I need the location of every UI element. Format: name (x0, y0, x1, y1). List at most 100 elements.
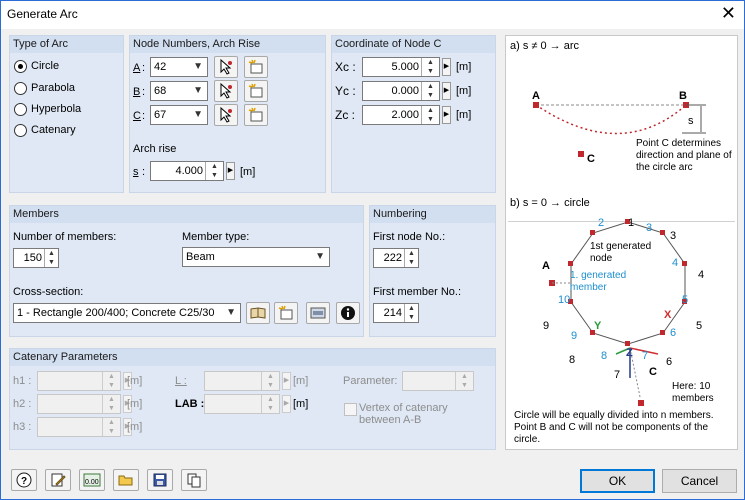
first-node-input[interactable]: 222 ▲ ▼ (373, 248, 419, 268)
spin-arrows-icon[interactable]: ▲ ▼ (421, 58, 439, 76)
radio-catenary[interactable] (14, 124, 27, 137)
cross-section-library-button[interactable] (246, 302, 270, 324)
radio-parabola[interactable] (14, 82, 27, 95)
member-8: 8 (601, 350, 608, 362)
h1-input[interactable]: ▲ ▼ (37, 371, 121, 391)
members-header: Members (10, 206, 363, 223)
yc-input[interactable]: 0.000 ▲ ▼ (362, 81, 440, 101)
h2-label: h2 : (13, 398, 32, 410)
spin-arrows-icon: ▲ ▼ (261, 395, 279, 413)
arc-curve (535, 104, 687, 135)
lab-step-button[interactable]: ▶ (282, 395, 291, 413)
radio-hyperbola[interactable] (14, 103, 27, 116)
cursor-pick-icon (220, 107, 232, 123)
h2-input[interactable]: ▲ ▼ (37, 394, 121, 414)
member-10: 10 (558, 294, 571, 306)
spin-arrows-icon: ▲ ▼ (102, 395, 120, 413)
radio-parabola-label[interactable]: Parabola (31, 82, 75, 94)
h3-label: h3 : (13, 421, 32, 433)
help-button[interactable]: ? (11, 469, 37, 491)
lab-label: LAB : (175, 398, 205, 410)
spin-arrows-icon[interactable]: ▲ ▼ (404, 249, 418, 267)
parameter-input[interactable]: ▲ ▼ (402, 371, 474, 391)
node-a-select[interactable]: 42 ▼ (150, 57, 208, 77)
number-of-members-label: Number of members: (13, 231, 117, 243)
node-a-colon: : (142, 62, 146, 74)
circle-node-c (638, 400, 644, 406)
new-node-b-button[interactable] (244, 80, 268, 102)
zc-input[interactable]: 2.000 ▲ ▼ (362, 105, 440, 125)
number-of-members-input[interactable]: 150 ▲ ▼ (13, 248, 59, 268)
cross-section-select[interactable]: 1 - Rectangle 200/400; Concrete C25/30 ▼ (13, 303, 241, 323)
new-node-c-button[interactable] (244, 104, 268, 126)
h3-unit: [m] (127, 421, 143, 433)
new-cross-section-button[interactable] (274, 302, 298, 324)
radio-catenary-label[interactable]: Catenary (31, 124, 76, 136)
h3-input[interactable]: ▲ ▼ (37, 417, 121, 437)
edit-section-icon (310, 307, 326, 319)
new-node-a-button[interactable] (244, 56, 268, 78)
pick-node-a-button[interactable] (214, 56, 238, 78)
zc-step-button[interactable]: ▶ (442, 106, 451, 124)
arc-label-b: B (679, 90, 687, 102)
members-group: Members Number of members: 150 ▲ ▼ Member… (9, 205, 364, 337)
axis-y-label: Y (594, 320, 602, 332)
edit-pencil-icon (51, 473, 66, 487)
vertex-label[interactable]: Vertex of catenary between A-B (359, 402, 459, 426)
xc-input[interactable]: 5.000 ▲ ▼ (362, 57, 440, 77)
s-unit: [m] (240, 166, 256, 178)
node-c-select[interactable]: 67 ▼ (150, 105, 208, 125)
member-9: 9 (571, 330, 578, 342)
lab-input[interactable]: ▲ ▼ (204, 394, 280, 414)
type-of-arc-header: Type of Arc (10, 36, 123, 53)
spin-arrows-icon[interactable]: ▲ ▼ (44, 249, 58, 267)
ok-button[interactable]: OK (580, 469, 655, 493)
yc-step-button[interactable]: ▶ (442, 82, 451, 100)
diagram-panel: a) s ≠ 0 → arc A B C s Point C determine… (505, 35, 738, 450)
decimal-places-icon: 0.00 (83, 473, 101, 487)
member-6: 6 (670, 327, 677, 339)
edit-notes-button[interactable] (45, 469, 71, 491)
cancel-button[interactable]: Cancel (662, 469, 737, 493)
node-b-select[interactable]: 68 ▼ (150, 81, 208, 101)
member-5: 5 (682, 294, 689, 306)
radio-circle-label[interactable]: Circle (31, 60, 59, 72)
zc-unit: [m] (456, 109, 472, 121)
library-book-icon (250, 307, 266, 319)
pick-node-b-button[interactable] (214, 80, 238, 102)
spin-arrows-icon[interactable]: ▲ ▼ (421, 106, 439, 124)
node-numbers-header: Node Numbers, Arch Rise (130, 36, 325, 53)
spin-arrows-icon: ▲ ▼ (102, 372, 120, 390)
cross-section-label: Cross-section: (13, 286, 84, 298)
node-b-label: B (133, 86, 141, 98)
pick-node-c-button[interactable] (214, 104, 238, 126)
circle-node-5: 5 (696, 320, 703, 332)
arch-rise-step-button[interactable]: ▶ (226, 162, 235, 180)
units-decimals-button[interactable]: 0.00 (79, 469, 105, 491)
first-member-input[interactable]: 214 ▲ ▼ (373, 303, 419, 323)
info-button[interactable] (336, 302, 360, 324)
radio-circle[interactable] (14, 60, 27, 73)
save-button[interactable] (147, 469, 173, 491)
numbering-group: Numbering First node No.: 222 ▲ ▼ First m… (369, 205, 496, 337)
vertex-checkbox[interactable] (344, 403, 357, 416)
spin-arrows-icon[interactable]: ▲ ▼ (404, 304, 418, 322)
edit-cross-section-button[interactable] (306, 302, 330, 324)
copy-button[interactable] (181, 469, 207, 491)
open-button[interactable] (113, 469, 139, 491)
spin-arrows-icon[interactable]: ▲ ▼ (205, 162, 223, 180)
spin-arrows-icon[interactable]: ▲ ▼ (421, 82, 439, 100)
member-type-select[interactable]: Beam ▼ (182, 247, 330, 267)
s-colon: : (142, 166, 146, 178)
here-note: Here: 10 members (672, 381, 714, 404)
l-unit: [m] (293, 375, 309, 387)
s-label: s (133, 166, 139, 178)
window-title: Generate Arc (7, 7, 78, 21)
l-step-button[interactable]: ▶ (282, 372, 291, 390)
member-2: 2 (598, 217, 605, 229)
arch-rise-input[interactable]: 4.000 ▲ ▼ (150, 161, 224, 181)
close-icon[interactable]: ✕ (721, 4, 736, 22)
l-input[interactable]: ▲ ▼ (204, 371, 280, 391)
radio-hyperbola-label[interactable]: Hyperbola (31, 103, 81, 115)
xc-step-button[interactable]: ▶ (442, 58, 451, 76)
